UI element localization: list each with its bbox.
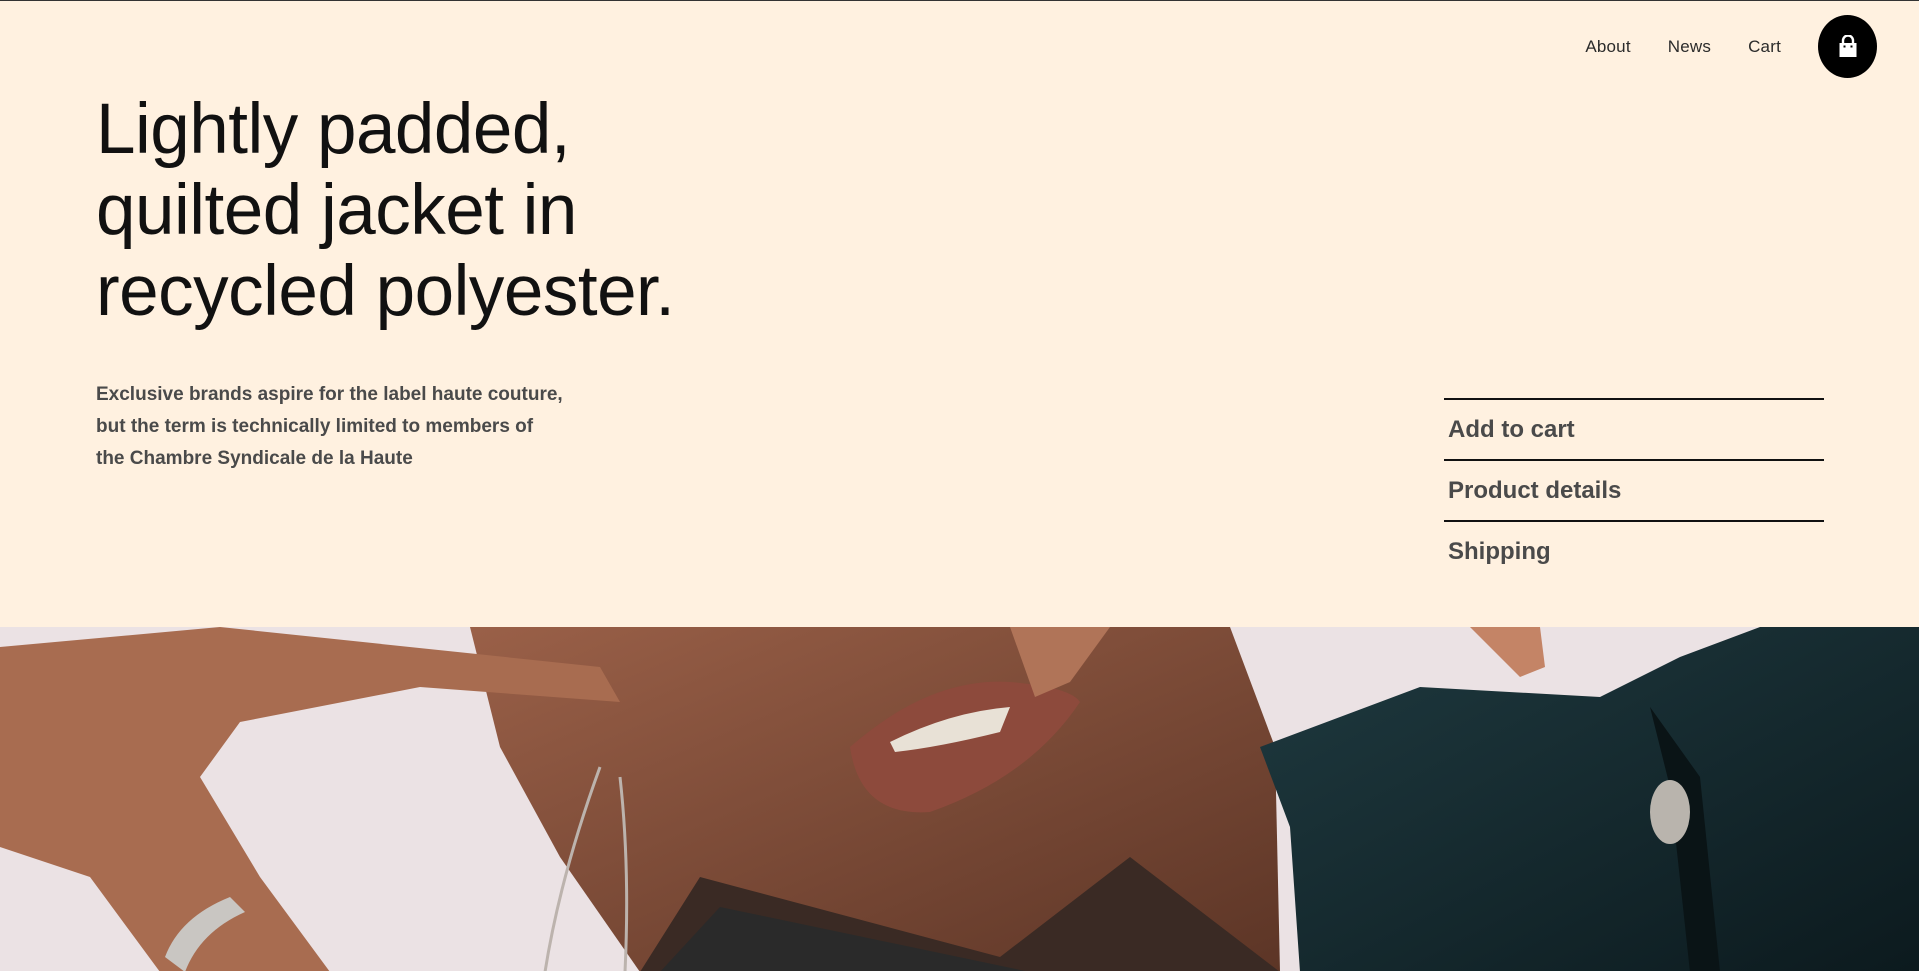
product-details-tab[interactable]: Product details: [1444, 459, 1824, 520]
add-to-cart-button[interactable]: Add to cart: [1444, 398, 1824, 459]
shipping-tab[interactable]: Shipping: [1444, 520, 1824, 581]
product-description: Exclusive brands aspire for the label ha…: [96, 384, 563, 469]
nav-news-link[interactable]: News: [1668, 37, 1711, 57]
product-page: About News Cart Lightly padded, quilted …: [0, 0, 1919, 971]
top-nav: About News Cart: [1585, 15, 1877, 78]
nav-about-link[interactable]: About: [1585, 37, 1630, 57]
model-photo-illustration: [0, 627, 1919, 971]
shopping-bag-icon: [1839, 34, 1856, 57]
product-hero-image: [0, 627, 1919, 971]
title-line-1: Lightly padded,: [96, 90, 571, 169]
product-accordion: Add to cart Product details Shipping: [1444, 398, 1824, 581]
cart-button[interactable]: [1818, 15, 1877, 78]
title-line-3: recycled polyester.: [96, 252, 675, 331]
title-line-2: quilted jacket in: [96, 171, 577, 250]
nav-cart-link[interactable]: Cart: [1748, 37, 1781, 57]
page-title: Lightly padded, quilted jacket in recycl…: [96, 89, 675, 332]
